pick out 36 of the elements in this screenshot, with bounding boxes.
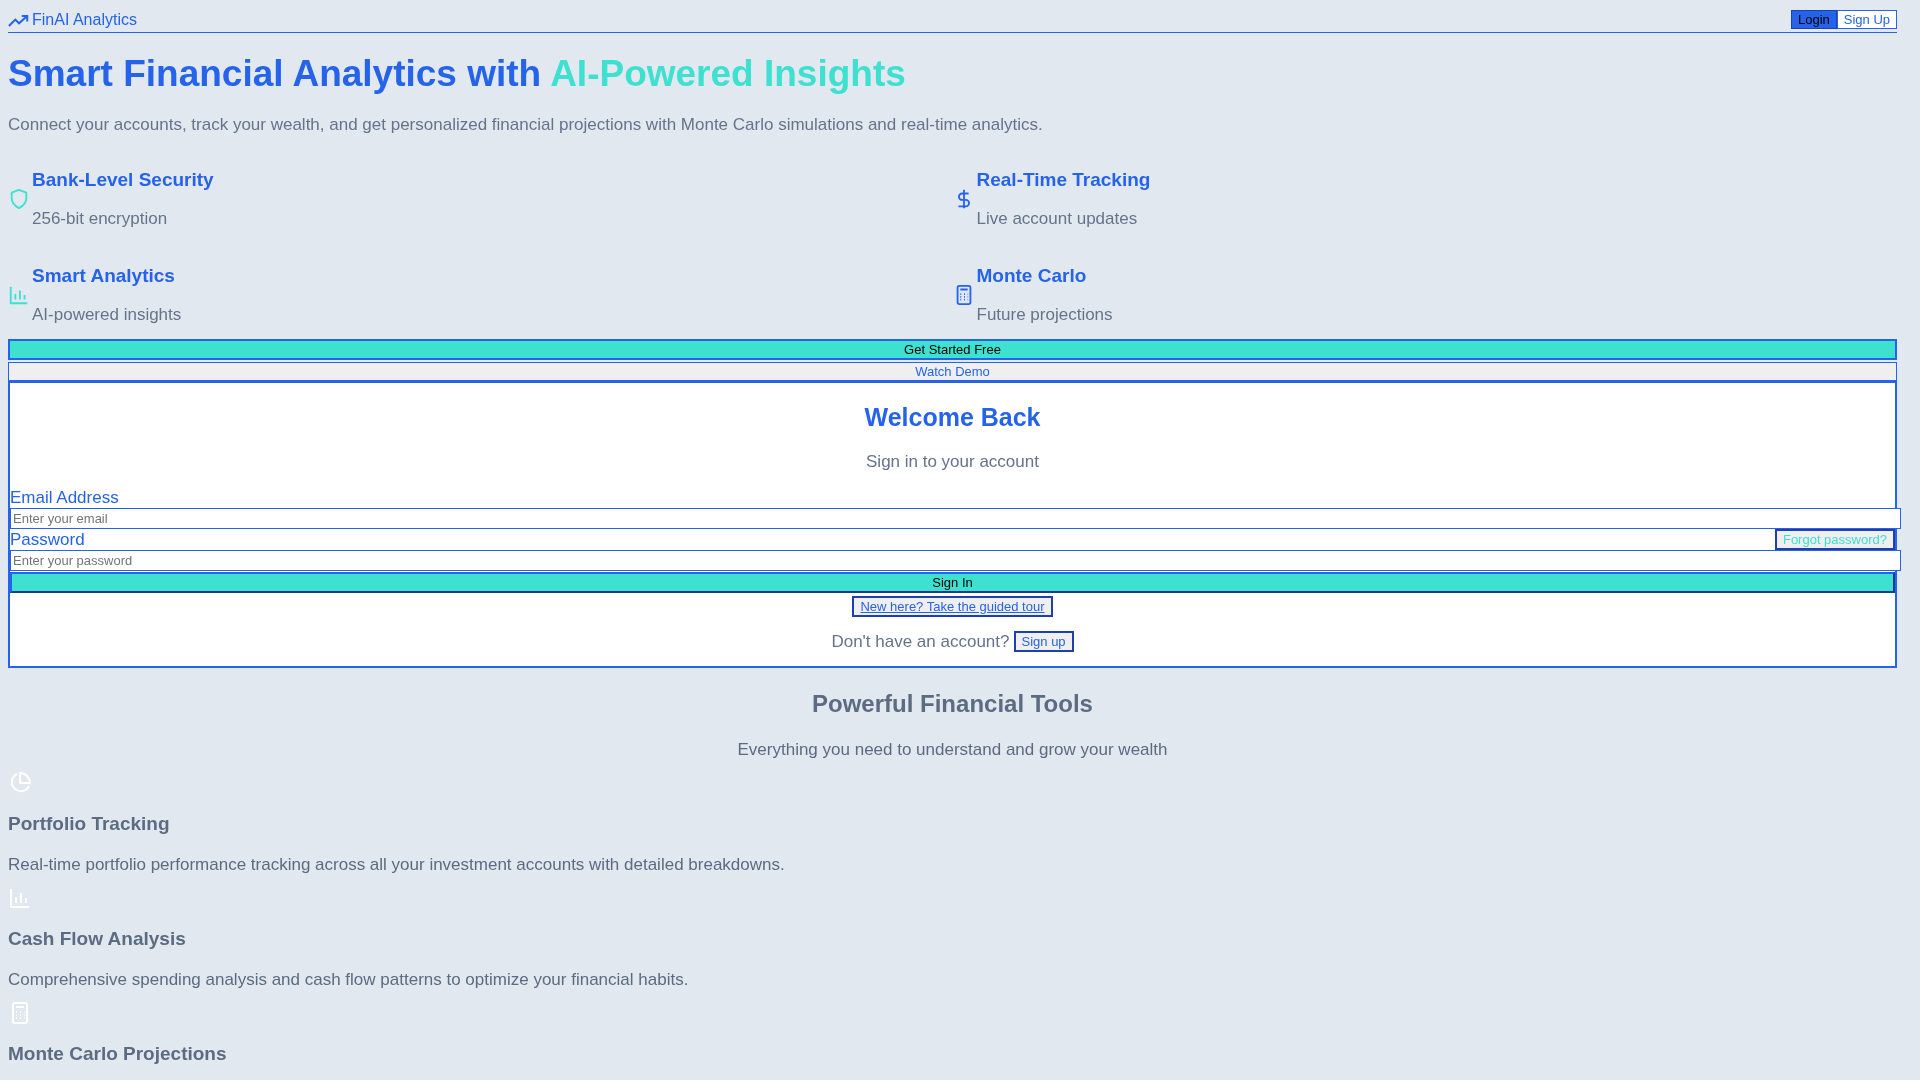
tools-title: Powerful Financial Tools xyxy=(811,690,1094,718)
brand-name[interactable]: FinAI Analytics xyxy=(32,11,137,29)
signup-prompt: Don't have an account? xyxy=(831,631,1010,652)
watch-demo-button[interactable]: Watch Demo xyxy=(8,362,1897,381)
feature-title: Smart Analytics xyxy=(32,265,176,287)
input-field[interactable]: Enter your password xyxy=(10,550,1901,571)
guided-tour-link[interactable]: New here? Take the guided tour xyxy=(852,596,1053,617)
feature-subtitle: Live account updates xyxy=(976,209,1139,229)
field-label: Email Address xyxy=(10,488,119,508)
sign-up-link[interactable]: Sign up xyxy=(1013,631,1074,652)
login-button[interactable]: Login xyxy=(1790,10,1837,29)
tool-title: Cash Flow Analysis xyxy=(8,928,187,950)
feature-title: Bank-Level Security xyxy=(32,169,214,191)
tool-title: Monte Carlo Projections xyxy=(8,1043,228,1065)
tool-title: Portfolio Tracking xyxy=(8,813,171,835)
login-subtitle: Sign in to your account xyxy=(865,452,1040,472)
feature-subtitle: Future projections xyxy=(976,305,1113,325)
tool-description: Comprehensive spending analysis and cash flow patterns to optimize your financial habits. xyxy=(8,970,690,990)
feature-title: Monte Carlo xyxy=(976,265,1088,287)
feature-title: Real-Time Tracking xyxy=(976,169,1151,191)
hero-title: Smart Financial Analytics with AI-Powered Insights xyxy=(8,53,907,95)
bar-chart-icon xyxy=(8,886,32,910)
pie-chart-icon xyxy=(8,771,32,795)
feature-subtitle: 256-bit encryption xyxy=(32,209,169,229)
tools-subtitle: Everything you need to understand and grow your wealth xyxy=(736,740,1169,760)
hero-subtitle: Connect your accounts, track your wealth, and get personalized financial projections with Monte Carlo simulations and real-time analytics. xyxy=(8,115,1044,135)
field-label: Password xyxy=(10,529,85,550)
shield-icon xyxy=(8,187,30,211)
trend-up-icon xyxy=(8,12,30,28)
login-title: Welcome Back xyxy=(863,403,1042,432)
feature-subtitle: AI-powered insights xyxy=(32,305,182,325)
sign-up-button[interactable]: Sign Up xyxy=(1836,10,1897,29)
get-started-button[interactable]: Get Started Free xyxy=(8,339,1897,360)
sign-in-button[interactable]: Sign In xyxy=(10,572,1895,593)
tool-description: Real-time portfolio performance tracking across all your investment accounts with detailed breakdowns. xyxy=(8,855,786,875)
input-field[interactable]: Enter your email xyxy=(10,508,1901,529)
